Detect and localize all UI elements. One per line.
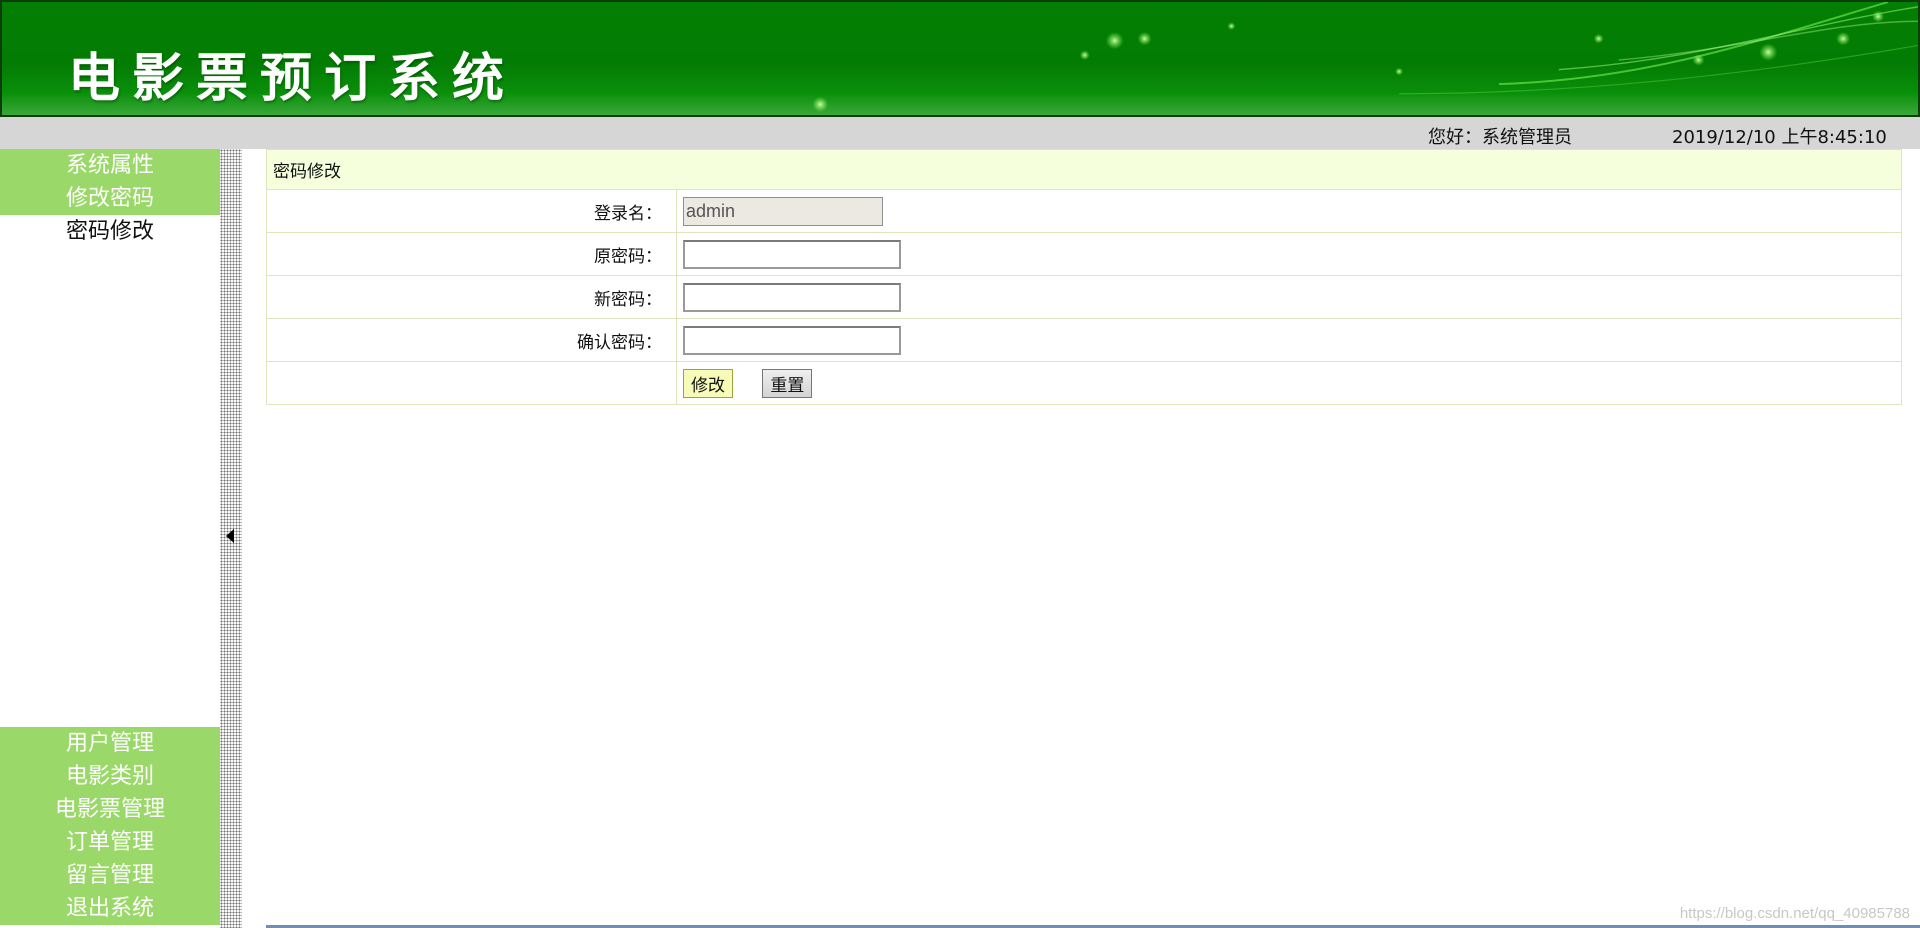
sidebar-item-system-properties[interactable]: 系统属性 [0, 149, 220, 182]
sidebar-item-logout[interactable]: 退出系统 [0, 892, 220, 925]
new-password-input[interactable] [683, 282, 901, 312]
login-name-field[interactable] [683, 196, 883, 226]
old-password-input[interactable] [683, 239, 901, 269]
form-row-confirm-password: 确认密码： [266, 318, 1902, 362]
old-password-label: 原密码： [266, 232, 677, 276]
confirm-password-input[interactable] [683, 325, 901, 355]
sidebar-item-change-password[interactable]: 修改密码 [0, 182, 220, 215]
sidebar-item-movie-category[interactable]: 电影类别 [0, 760, 220, 793]
sidebar-bottom-group: 用户管理 电影类别 电影票管理 订单管理 留言管理 退出系统 [0, 727, 220, 925]
current-datetime: 2019/12/10 上午8:45:10 [1672, 127, 1887, 148]
form-row-new-password: 新密码： [266, 275, 1902, 319]
caret-left-icon[interactable] [226, 529, 234, 543]
sidebar-item-message-management[interactable]: 留言管理 [0, 859, 220, 892]
reset-button[interactable]: 重置 [762, 368, 813, 398]
user-greeting: 您好：系统管理员 [1428, 127, 1572, 148]
old-password-cell [676, 232, 1902, 276]
sidebar: 系统属性 修改密码 密码修改 用户管理 电影类别 电影票管理 订单管理 留言管理… [0, 149, 220, 928]
form-header-row: 密码修改 [266, 149, 1902, 190]
sidebar-top-group: 系统属性 修改密码 [0, 149, 220, 215]
watermark: https://blog.csdn.net/qq_40985788 [1679, 905, 1910, 922]
sidebar-item-ticket-management[interactable]: 电影票管理 [0, 793, 220, 826]
sidebar-item-user-management[interactable]: 用户管理 [0, 727, 220, 760]
actions-cell: 修改 重置 [676, 361, 1902, 405]
confirm-password-cell [676, 318, 1902, 362]
form-row-actions: 修改 重置 [266, 361, 1902, 405]
sidebar-item-order-management[interactable]: 订单管理 [0, 826, 220, 859]
confirm-password-label: 确认密码： [266, 318, 677, 362]
form-row-old-password: 原密码： [266, 232, 1902, 276]
login-name-label: 登录名： [266, 189, 677, 233]
form-row-login-name: 登录名： [266, 189, 1902, 233]
actions-label-cell [266, 361, 677, 405]
new-password-cell [676, 275, 1902, 319]
header-banner: 电影票预订系统 [0, 0, 1920, 117]
site-title: 电影票预订系统 [68, 48, 517, 109]
main-content: 密码修改 登录名： 原密码： 新密码： 确认密码： [266, 149, 1902, 405]
form-title: 密码修改 [266, 149, 1902, 190]
password-form: 密码修改 登录名： 原密码： 新密码： 确认密码： [266, 149, 1902, 405]
new-password-label: 新密码： [266, 275, 677, 319]
submit-button[interactable]: 修改 [683, 368, 733, 398]
sidebar-subitem-password-modify[interactable]: 密码修改 [0, 215, 220, 248]
login-name-cell [676, 189, 1902, 233]
status-bar: 您好：系统管理员 2019/12/10 上午8:45:10 [0, 117, 1920, 149]
